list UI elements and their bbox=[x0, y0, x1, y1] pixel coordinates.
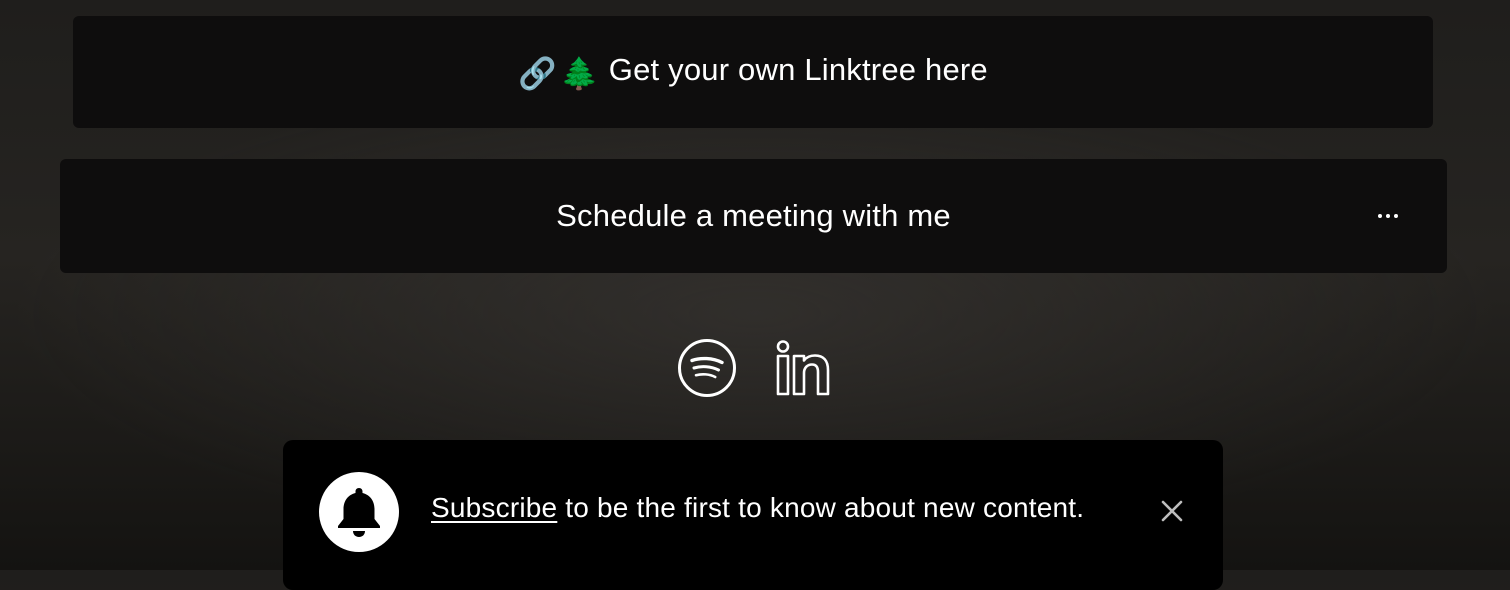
bell-icon bbox=[338, 488, 380, 537]
more-options-button[interactable] bbox=[1373, 201, 1403, 231]
close-button[interactable] bbox=[1159, 498, 1185, 524]
link-card-get-linktree[interactable]: 🔗 🌲 Get your own Linktree here bbox=[73, 16, 1433, 128]
close-icon bbox=[1161, 500, 1183, 522]
linkedin-link[interactable] bbox=[773, 338, 833, 398]
tree-emoji-icon: 🌲 bbox=[559, 56, 599, 91]
more-horizontal-icon-dot bbox=[1386, 214, 1390, 218]
emoji-group: 🔗 🌲 bbox=[518, 55, 599, 92]
link-emoji-icon: 🔗 bbox=[518, 56, 557, 91]
subscribe-banner: Subscribe to be the first to know about … bbox=[283, 440, 1223, 590]
subscribe-message-text: to be the first to know about new conten… bbox=[557, 492, 1085, 523]
linkedin-icon bbox=[776, 340, 830, 396]
spotify-link[interactable] bbox=[677, 338, 737, 398]
more-horizontal-icon-dot bbox=[1378, 214, 1382, 218]
subscribe-message: Subscribe to be the first to know about … bbox=[431, 492, 1084, 524]
link-card-schedule-meeting[interactable]: Schedule a meeting with me bbox=[60, 159, 1447, 273]
link-card-label: Schedule a meeting with me bbox=[556, 198, 951, 233]
bell-avatar bbox=[319, 472, 399, 552]
more-horizontal-icon-dot bbox=[1394, 214, 1398, 218]
spotify-icon bbox=[678, 339, 736, 397]
social-links bbox=[0, 338, 1510, 398]
link-card-text: Get your own Linktree here bbox=[608, 52, 988, 87]
subscribe-link[interactable]: Subscribe bbox=[431, 492, 557, 523]
link-card-label: 🔗 🌲 Get your own Linktree here bbox=[518, 52, 988, 92]
